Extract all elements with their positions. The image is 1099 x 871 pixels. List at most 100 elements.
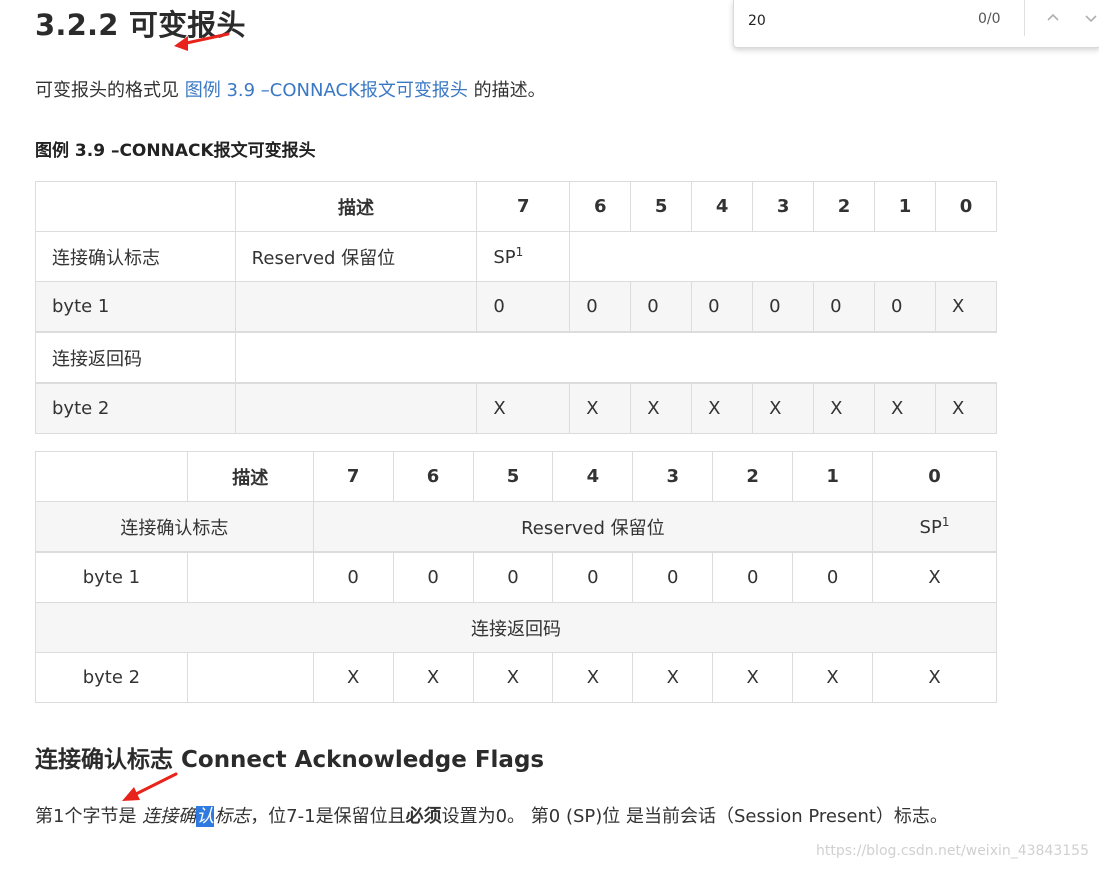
row-label: byte 1 <box>35 281 236 333</box>
header-cell <box>35 181 236 232</box>
bit-cell: X <box>552 652 634 703</box>
bit-cell: X <box>813 382 876 434</box>
row-label: 连接确认标志 <box>35 501 314 553</box>
header-cell: 0 <box>934 181 998 232</box>
bit-cell: 0 <box>472 551 554 603</box>
bit-cell: X <box>934 382 998 434</box>
find-bar: 0/0 <box>733 0 1099 48</box>
header-cell: 0 <box>872 451 997 502</box>
table-row: byte 2 X X X X X X X X <box>35 652 997 703</box>
find-match-count: 0/0 <box>978 11 1001 27</box>
table-row: 连接返回码 <box>35 602 997 653</box>
header-cell: 3 <box>752 181 815 232</box>
table-row: 连接确认标志 Reserved 保留位 SP1 <box>35 231 997 282</box>
header-cell: 2 <box>712 451 794 502</box>
bit-cell: X <box>569 382 632 434</box>
bit-cell: X <box>712 652 794 703</box>
bit-cell: X <box>691 382 754 434</box>
header-cell: 1 <box>792 451 874 502</box>
row-desc: Reserved 保留位 <box>234 231 478 282</box>
header-cell: 7 <box>312 451 394 502</box>
header-cell: 1 <box>874 181 936 232</box>
bit-cell: 0 <box>552 551 634 603</box>
table-row: 连接返回码 <box>35 331 997 384</box>
row-label: 连接返回码 <box>35 602 997 653</box>
header-cell <box>35 451 188 502</box>
red-arrow-icon <box>174 32 230 51</box>
text-selection-highlight: 认 <box>196 806 215 827</box>
row-label: 连接返回码 <box>35 331 236 384</box>
empty-cell <box>234 332 997 384</box>
bit-cell: X <box>312 652 394 703</box>
bit-cell: X <box>632 652 714 703</box>
subsection-heading: 连接确认标志 Connect Acknowledge Flags <box>35 747 545 773</box>
bit-cell: X <box>472 652 554 703</box>
row-label: byte 2 <box>35 382 236 434</box>
bit-cell: X <box>792 652 874 703</box>
table-row: byte 1 0 0 0 0 0 0 0 X <box>35 281 998 333</box>
header-cell: 5 <box>630 181 693 232</box>
bit-cell: 0 <box>712 551 794 603</box>
bit-cell: X <box>630 382 693 434</box>
find-divider <box>1024 0 1025 36</box>
connack-table-1: 描述 7 6 5 4 3 2 1 0 连接确认标志 Reserved 保留位 S… <box>35 181 998 434</box>
bit-cell: 0 <box>813 281 876 333</box>
find-previous-button[interactable] <box>1041 6 1065 30</box>
bit-cell: 0 <box>569 281 632 333</box>
bit-cell: 0 <box>874 281 936 333</box>
header-cell: 描述 <box>186 451 314 502</box>
row-desc <box>186 652 314 703</box>
row-desc <box>186 551 314 603</box>
header-cell: 描述 <box>234 181 478 232</box>
row-desc <box>234 382 478 434</box>
header-cell: 3 <box>632 451 714 502</box>
row-desc: Reserved 保留位 <box>312 501 874 553</box>
row-label: 连接确认标志 <box>35 231 236 282</box>
find-next-button[interactable] <box>1079 6 1099 30</box>
chevron-down-icon <box>1085 15 1097 23</box>
row-label: byte 1 <box>35 551 188 603</box>
intro-prefix: 可变报头的格式见 <box>35 80 185 101</box>
intro-paragraph: 可变报头的格式见 图例 3.9 –CONNACK报文可变报头 的描述。 <box>35 76 546 102</box>
header-cell: 2 <box>813 181 876 232</box>
bit-cell: 0 <box>392 551 474 603</box>
body-text: 第1个字节是 <box>35 806 143 827</box>
header-cell: 4 <box>552 451 634 502</box>
connack-table-2: 描述 7 6 5 4 3 2 1 0 连接确认标志 Reserved 保留位 S… <box>35 451 997 703</box>
table-row: 连接确认标志 Reserved 保留位 SP1 <box>35 501 997 553</box>
table-header-row: 描述 7 6 5 4 3 2 1 0 <box>35 181 998 232</box>
table-header-row: 描述 7 6 5 4 3 2 1 0 <box>35 451 997 502</box>
bit-cell: X <box>872 551 997 603</box>
bit-cell: 0 <box>476 281 571 333</box>
bit-cell: X <box>752 382 815 434</box>
body-strong: 必须 <box>405 806 442 827</box>
intro-suffix: 的描述。 <box>467 80 546 101</box>
bit-cell: 0 <box>312 551 394 603</box>
body-text: 设置为0。 第0 (SP)位 是当前会话（Session Present）标志。 <box>441 806 948 827</box>
row-desc <box>234 281 478 333</box>
header-cell: 5 <box>472 451 554 502</box>
header-cell: 6 <box>569 181 632 232</box>
bit-cell: X <box>934 281 998 333</box>
body-paragraph: 第1个字节是 连接确认标志，位7-1是保留位且必须设置为0。 第0 (SP)位 … <box>35 800 985 834</box>
empty-cell <box>569 231 997 282</box>
bit-cell: X <box>874 382 936 434</box>
body-text: ，位7-1是保留位且 <box>250 806 406 827</box>
bit-cell: 0 <box>630 281 693 333</box>
sp-cell: SP1 <box>872 501 997 553</box>
bit-cell: 0 <box>752 281 815 333</box>
red-arrow-icon <box>122 772 178 801</box>
body-emphasis: 连接确认标志 <box>142 806 251 827</box>
chevron-up-icon <box>1047 13 1059 21</box>
bit-cell: X <box>476 382 571 434</box>
watermark: https://blog.csdn.net/weixin_43843155 <box>815 843 1089 859</box>
header-cell: 7 <box>476 181 571 232</box>
table-row: byte 2 X X X X X X X X <box>35 382 998 434</box>
bit-cell: 0 <box>691 281 754 333</box>
table-row: byte 1 0 0 0 0 0 0 0 X <box>35 551 997 603</box>
sp-cell: SP1 <box>476 231 571 282</box>
figure-link[interactable]: 图例 3.9 –CONNACK报文可变报头 <box>185 80 468 101</box>
bit-cell: X <box>392 652 474 703</box>
find-input[interactable] <box>746 9 950 33</box>
header-cell: 6 <box>392 451 474 502</box>
